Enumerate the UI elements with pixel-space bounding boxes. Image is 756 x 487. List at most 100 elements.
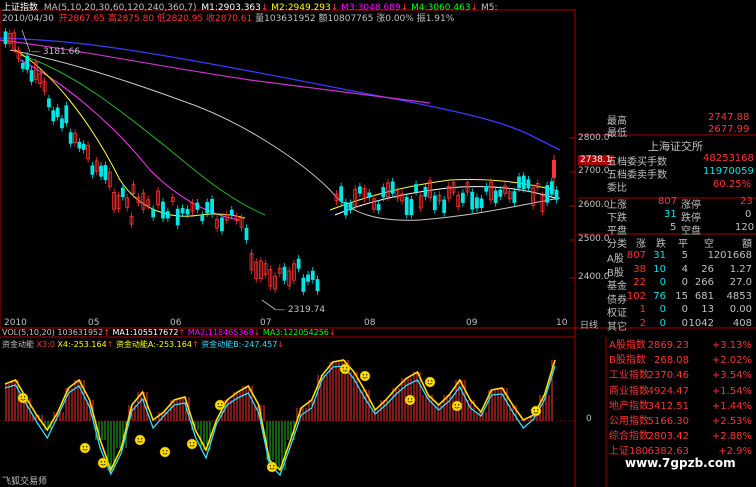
quote-buy-value: 48253168: [703, 153, 754, 164]
candle-body: [484, 186, 489, 192]
candle-body: [81, 143, 86, 150]
volume-params: VOL(5,10,20): [2, 328, 55, 337]
breadth-cell: 0.00: [729, 304, 752, 315]
bar-close: 收2870.61: [206, 14, 253, 24]
candle-body: [310, 270, 315, 280]
volume-ma3: MA3:122054256: [262, 328, 329, 337]
index-row[interactable]: B股指数 268.08 +2.02%: [607, 354, 756, 368]
smiley-icon: [186, 438, 198, 450]
smiley-icon: [451, 400, 463, 412]
breadth-header: 額: [742, 239, 752, 250]
candle-body: [120, 187, 125, 197]
breadth-cell: 38: [633, 263, 646, 275]
index-row[interactable]: 地产指数 3412.51 +1.44%: [607, 400, 756, 414]
candle-body: [343, 202, 348, 216]
candle-body: [165, 211, 170, 219]
candle-body: [414, 184, 418, 192]
low-marker-label: — 2319.74: [276, 305, 326, 315]
breadth-cell: 0: [681, 304, 688, 315]
candle-body: [526, 179, 531, 189]
period-label[interactable]: 日线: [580, 318, 598, 331]
smiley-icon: [159, 446, 171, 458]
indicator-a: 资金动能A:-253.164: [115, 340, 192, 349]
bar-volume: 量103631952: [255, 14, 316, 24]
index-name: B股指数: [609, 355, 646, 367]
breadth-cell: 27.0: [729, 277, 752, 288]
x-tick-05: 05: [88, 318, 100, 328]
candle-body: [90, 165, 95, 175]
quote-ratio-label: 委比: [607, 183, 627, 194]
index-value: 4924.47: [647, 385, 689, 397]
price-tick-2800: 2800.0: [578, 133, 610, 143]
breadth-cell: 4: [681, 263, 688, 275]
index-row[interactable]: 工业指数 2370.46 +3.54%: [607, 369, 756, 383]
index-row[interactable]: 商业指数 4924.47 +1.54%: [607, 385, 756, 399]
breadth-cell: 5: [681, 250, 688, 261]
breadth-cell: 26: [701, 263, 714, 275]
index-row[interactable]: 公用指数 5166.30 +2.53%: [607, 415, 756, 429]
breadth-cell: 681: [694, 290, 714, 302]
candle-body: [475, 197, 479, 209]
smiley-icon: [214, 399, 226, 411]
candle-body: [103, 164, 108, 181]
candle-body: [161, 201, 165, 219]
candle-body: [470, 191, 475, 210]
index-row[interactable]: 综合指数 2803.42 +2.88%: [607, 430, 756, 444]
x-tick-2010: 2010: [4, 318, 27, 328]
index-change: +2.88%: [711, 431, 752, 443]
candle-body: [517, 176, 521, 189]
candle-body: [77, 141, 82, 149]
limit-up-value: 23: [740, 196, 753, 207]
candle-body: [409, 199, 414, 216]
breadth-cell: 0: [659, 277, 666, 288]
indicator-name: 资金动能: [2, 340, 34, 349]
breadth-cell: 408: [732, 317, 752, 329]
volume-value: 103631952: [57, 328, 104, 337]
index-name: 公用指数: [609, 416, 649, 427]
candle-body: [549, 181, 554, 195]
index-value: 3412.51: [647, 400, 689, 412]
bar-high: 高2875.80: [107, 14, 155, 24]
breadth-cell: 13: [701, 304, 714, 315]
candle-body: [348, 203, 353, 211]
candle-body: [498, 189, 503, 197]
candle-body: [64, 105, 69, 124]
index-value: 2869.23: [647, 340, 689, 351]
candle-body: [432, 195, 437, 211]
candle-body: [99, 165, 103, 177]
app-name: 飞狐交易师: [2, 477, 48, 487]
index-name: 工业指数: [609, 370, 649, 382]
indicator-b: 资金动能B:-247.457: [201, 340, 278, 349]
index-change: +2.02%: [711, 355, 752, 367]
index-name: 综合指数: [609, 431, 649, 443]
breadth-header: 涨: [636, 239, 646, 250]
exchange-name: 上海证交所: [648, 140, 703, 153]
index-row[interactable]: A股指数 2869.23 +3.13%: [607, 339, 756, 353]
breadth-cell: 15: [675, 290, 688, 302]
smiley-icon: [17, 392, 29, 404]
breadth-cell: 22: [633, 277, 646, 288]
candle-body: [229, 209, 234, 216]
breadth-header: 跌: [656, 239, 666, 250]
candle-body: [296, 258, 301, 269]
breadth-cell: 0: [681, 277, 688, 288]
limit-down-value: 0: [745, 209, 752, 220]
breadth-header: 平: [678, 239, 688, 250]
smiley-icon: [424, 376, 436, 388]
bar-amount: 额10807765: [318, 14, 374, 24]
breadth-cell: 1.27: [729, 263, 752, 275]
candle-body: [175, 208, 180, 226]
quote-high-value: 2747.88: [708, 112, 750, 123]
ma-line-yellow: [14, 49, 246, 219]
candle-body: [47, 98, 51, 108]
indicator-histogram: [5, 360, 553, 470]
price-tick-2500: 2500.0: [578, 234, 610, 244]
candle-body: [306, 274, 310, 282]
candle-body: [339, 186, 344, 202]
empty-value: 120: [735, 222, 755, 233]
volume-label-line: VOL(5,10,20) 103631952↑ MA1:105517672↑ M…: [2, 328, 336, 337]
quote-low-label: 最低: [607, 128, 627, 139]
quote-sell-value: 11970059: [703, 166, 754, 177]
breadth-cell: 其它: [607, 321, 627, 333]
smiley-icon: [359, 370, 371, 382]
